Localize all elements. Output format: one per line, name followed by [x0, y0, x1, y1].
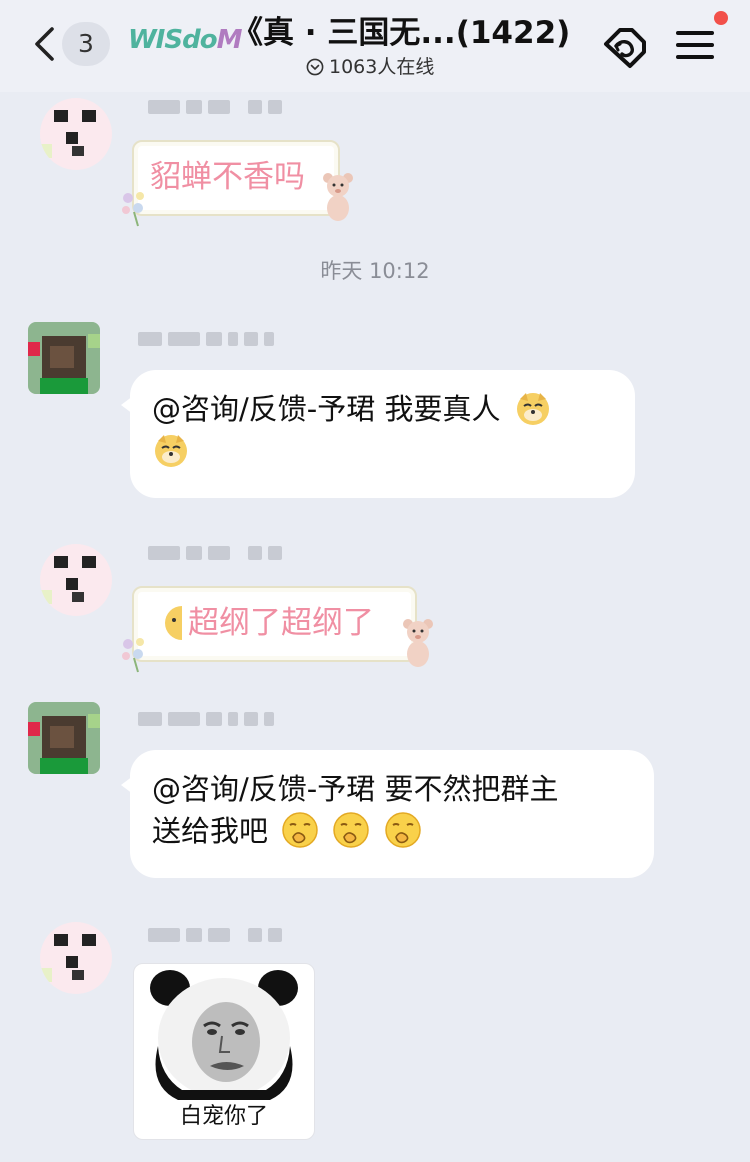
doge-emoji-icon	[155, 435, 187, 467]
message-bubble[interactable]: @咨询/反馈-予珺 要不然把群主 送给我吧	[121, 750, 654, 878]
menu-icon[interactable]	[672, 22, 718, 68]
sender-nickname-blurred	[148, 542, 282, 564]
chevron-down-circle-icon	[306, 58, 324, 76]
flower-decoration-icon	[122, 638, 144, 673]
yawn-emoji-icon	[282, 812, 318, 848]
group-brand-logo: WISdoM	[128, 25, 242, 55]
message-bubble[interactable]: @咨询/反馈-予珺 我要真人	[121, 370, 635, 498]
bear-decoration-icon	[403, 619, 433, 667]
sender-nickname-blurred	[138, 708, 274, 730]
avatar[interactable]	[40, 544, 112, 616]
group-title[interactable]: 《真 · 三国无...(1422)	[232, 12, 572, 54]
chat-header: 3 WISdoM 《真 · 三国无...(1422) 1063 人在线	[0, 0, 750, 92]
panda-meme-image	[150, 970, 298, 1100]
sender-nickname-blurred	[148, 96, 282, 118]
online-status[interactable]: 1063 人在线	[306, 54, 434, 80]
meme-caption: 白宠你了	[179, 1104, 268, 1129]
sender-nickname-blurred	[138, 328, 274, 350]
yawn-emoji-icon	[333, 812, 370, 848]
tag-icon[interactable]	[596, 22, 652, 70]
doge-emoji-icon	[516, 393, 549, 425]
sticker-text: 貂蝉不香吗	[150, 159, 305, 195]
sticker-text: 超纲了超纲了	[188, 605, 374, 641]
online-label: 人在线	[377, 56, 435, 78]
half-face-emoji-icon	[165, 606, 182, 640]
avatar[interactable]	[40, 922, 112, 994]
message-text-line-2: 送给我吧	[152, 814, 269, 848]
text-sticker[interactable]: 貂蝉不香吗	[132, 140, 340, 216]
avatar[interactable]	[28, 702, 100, 774]
back-button[interactable]: 3	[28, 20, 118, 70]
avatar[interactable]	[28, 322, 100, 394]
avatar[interactable]	[40, 98, 112, 170]
sender-nickname-blurred	[148, 924, 282, 946]
chevron-left-icon	[35, 27, 54, 61]
notification-dot	[714, 11, 728, 25]
yawn-emoji-icon	[384, 812, 421, 848]
unread-count-badge: 3	[62, 22, 110, 66]
time-divider: 昨天 10:12	[320, 259, 430, 283]
online-count: 1063	[329, 56, 378, 78]
message-text-line-1: @咨询/反馈-予珺 要不然把群主	[152, 772, 559, 806]
bear-decoration-icon	[323, 173, 353, 221]
message-text: @咨询/反馈-予珺 我要真人	[152, 392, 501, 426]
meme-image-message[interactable]: 白宠你了	[133, 963, 315, 1140]
flower-decoration-icon	[122, 192, 144, 227]
